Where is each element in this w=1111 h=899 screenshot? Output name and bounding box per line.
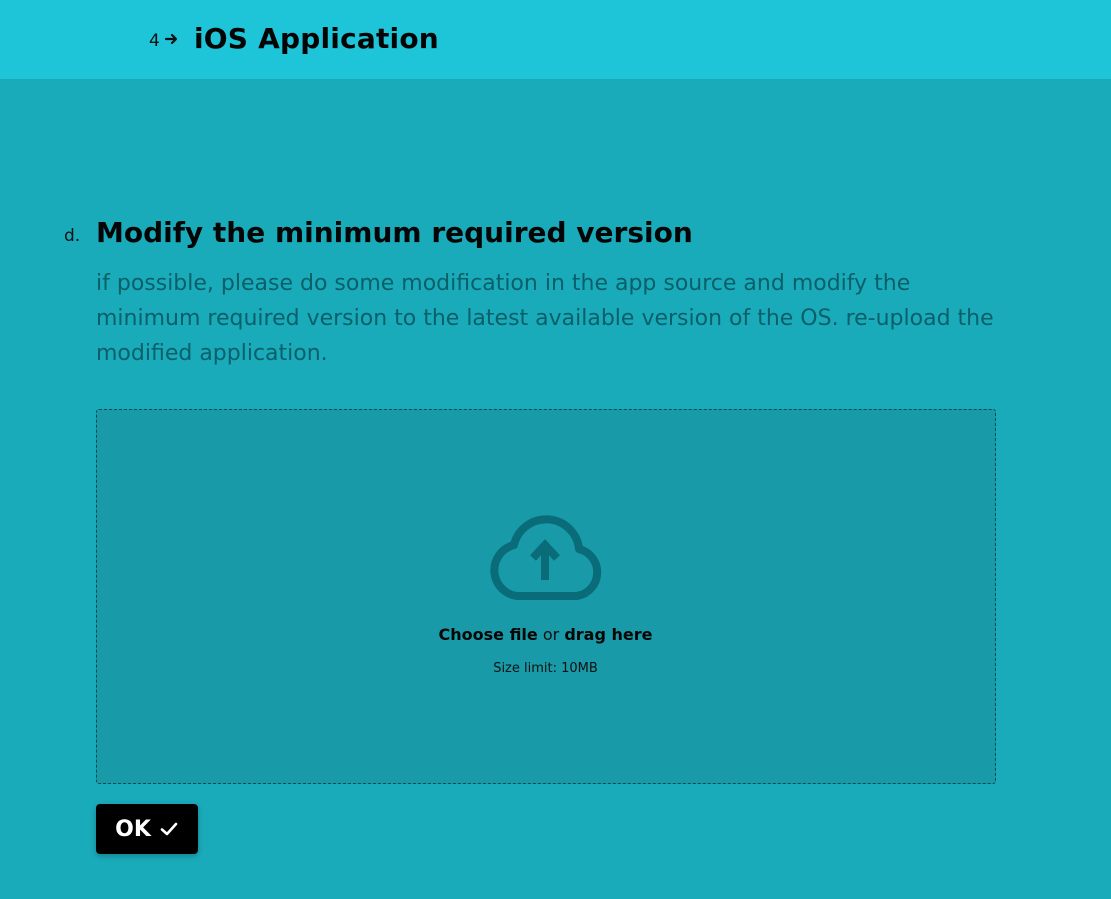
ok-button-label: OK [115,816,151,842]
page-title: iOS Application [194,22,439,55]
question-letter: d. [64,226,81,246]
drag-here-label: drag here [564,625,653,644]
ok-button[interactable]: OK [96,804,198,854]
check-icon [160,822,178,836]
choose-file-link[interactable]: Choose file [439,625,538,644]
step-number: 4 [149,31,160,51]
dropzone-instructions: Choose file or drag here [0,625,1091,644]
or-text: or [542,625,560,644]
header-bar: 4 iOS Application [0,0,1111,79]
question-title: Modify the minimum required version [96,216,693,249]
size-limit-text: Size limit: 10MB [493,661,598,676]
arrow-right-icon [164,33,178,45]
question-description: if possible, please do some modification… [96,271,994,366]
cloud-upload-icon[interactable] [487,512,605,602]
